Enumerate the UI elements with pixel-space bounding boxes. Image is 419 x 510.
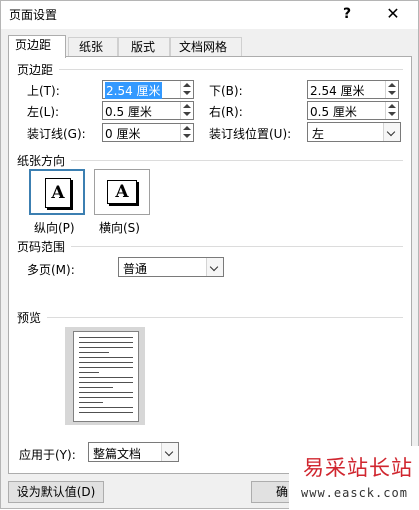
section-divider: [59, 69, 403, 70]
gutter-position-label: 装订线位置(U):: [209, 127, 292, 141]
chevron-down-icon[interactable]: [161, 443, 178, 461]
left-margin-value[interactable]: 0.5 厘米: [105, 103, 152, 120]
portrait-button[interactable]: A: [29, 169, 85, 215]
watermark-title: 易采站长站: [303, 456, 413, 480]
section-divider: [71, 160, 403, 161]
section-divider: [71, 246, 403, 247]
help-button[interactable]: ?: [335, 4, 359, 24]
margins-section-label: 页边距: [17, 63, 54, 77]
bottom-margin-spinner[interactable]: 2.54 厘米: [307, 80, 399, 99]
preview-page: [73, 331, 139, 422]
spinner-arrows-icon[interactable]: [180, 81, 193, 98]
bottom-margin-value[interactable]: 2.54 厘米: [310, 82, 365, 99]
gutter-position-select[interactable]: 左: [307, 122, 401, 142]
preview-section-label: 预览: [17, 311, 42, 325]
spinner-arrows-icon[interactable]: [180, 124, 193, 141]
portrait-label[interactable]: 纵向(P): [34, 219, 75, 236]
tab-margins[interactable]: 页边距: [8, 35, 66, 58]
page-setup-dialog: 页面设置 ? ✕ 页边距 纸张 版式 文档网格 页边距 上(T): 2.54 厘…: [0, 0, 419, 510]
left-margin-label: 左(L):: [27, 105, 60, 119]
dialog-title: 页面设置: [9, 8, 58, 22]
right-margin-value[interactable]: 0.5 厘米: [310, 103, 357, 120]
multiple-pages-select[interactable]: 普通: [118, 257, 224, 277]
right-margin-label: 右(R):: [209, 105, 243, 119]
multiple-pages-value: 普通: [123, 262, 148, 276]
site-watermark: 易采站长站 www.easck.com: [289, 446, 419, 510]
spinner-arrows-icon[interactable]: [385, 81, 398, 98]
close-button[interactable]: ✕: [381, 4, 405, 24]
left-margin-spinner[interactable]: 0.5 厘米: [102, 101, 194, 120]
pages-section-label: 页码范围: [17, 240, 66, 254]
landscape-page-icon: A: [107, 180, 137, 204]
set-default-button[interactable]: 设为默认值(D): [8, 481, 104, 503]
title-bar: 页面设置 ? ✕: [1, 1, 418, 29]
tab-paper[interactable]: 纸张: [68, 37, 118, 57]
top-margin-spinner[interactable]: 2.54 厘米: [102, 80, 194, 99]
right-margin-spinner[interactable]: 0.5 厘米: [307, 101, 399, 120]
portrait-page-icon: A: [45, 178, 71, 208]
bottom-margin-label: 下(B):: [209, 84, 243, 98]
gutter-label: 装订线(G):: [27, 127, 86, 141]
landscape-button[interactable]: A: [94, 169, 150, 215]
gutter-position-value: 左: [312, 127, 325, 141]
multiple-pages-label: 多页(M):: [27, 263, 75, 277]
landscape-label[interactable]: 横向(S): [99, 219, 140, 236]
section-divider: [47, 317, 403, 318]
chevron-down-icon[interactable]: [383, 123, 400, 141]
spinner-arrows-icon[interactable]: [385, 102, 398, 119]
apply-to-label: 应用于(Y):: [19, 448, 76, 462]
orientation-section-label: 纸张方向: [17, 154, 66, 168]
gutter-spinner[interactable]: 0 厘米: [102, 123, 194, 142]
tab-layout[interactable]: 版式: [118, 37, 170, 57]
apply-to-select[interactable]: 整篇文档: [88, 442, 179, 462]
spinner-arrows-icon[interactable]: [180, 102, 193, 119]
watermark-url: www.easck.com: [301, 486, 408, 500]
tab-document-grid[interactable]: 文档网格: [170, 37, 242, 57]
apply-to-value: 整篇文档: [93, 447, 142, 461]
top-margin-value[interactable]: 2.54 厘米: [105, 82, 162, 99]
gutter-value[interactable]: 0 厘米: [105, 125, 140, 142]
chevron-down-icon[interactable]: [206, 258, 223, 276]
top-margin-label: 上(T):: [27, 84, 60, 98]
